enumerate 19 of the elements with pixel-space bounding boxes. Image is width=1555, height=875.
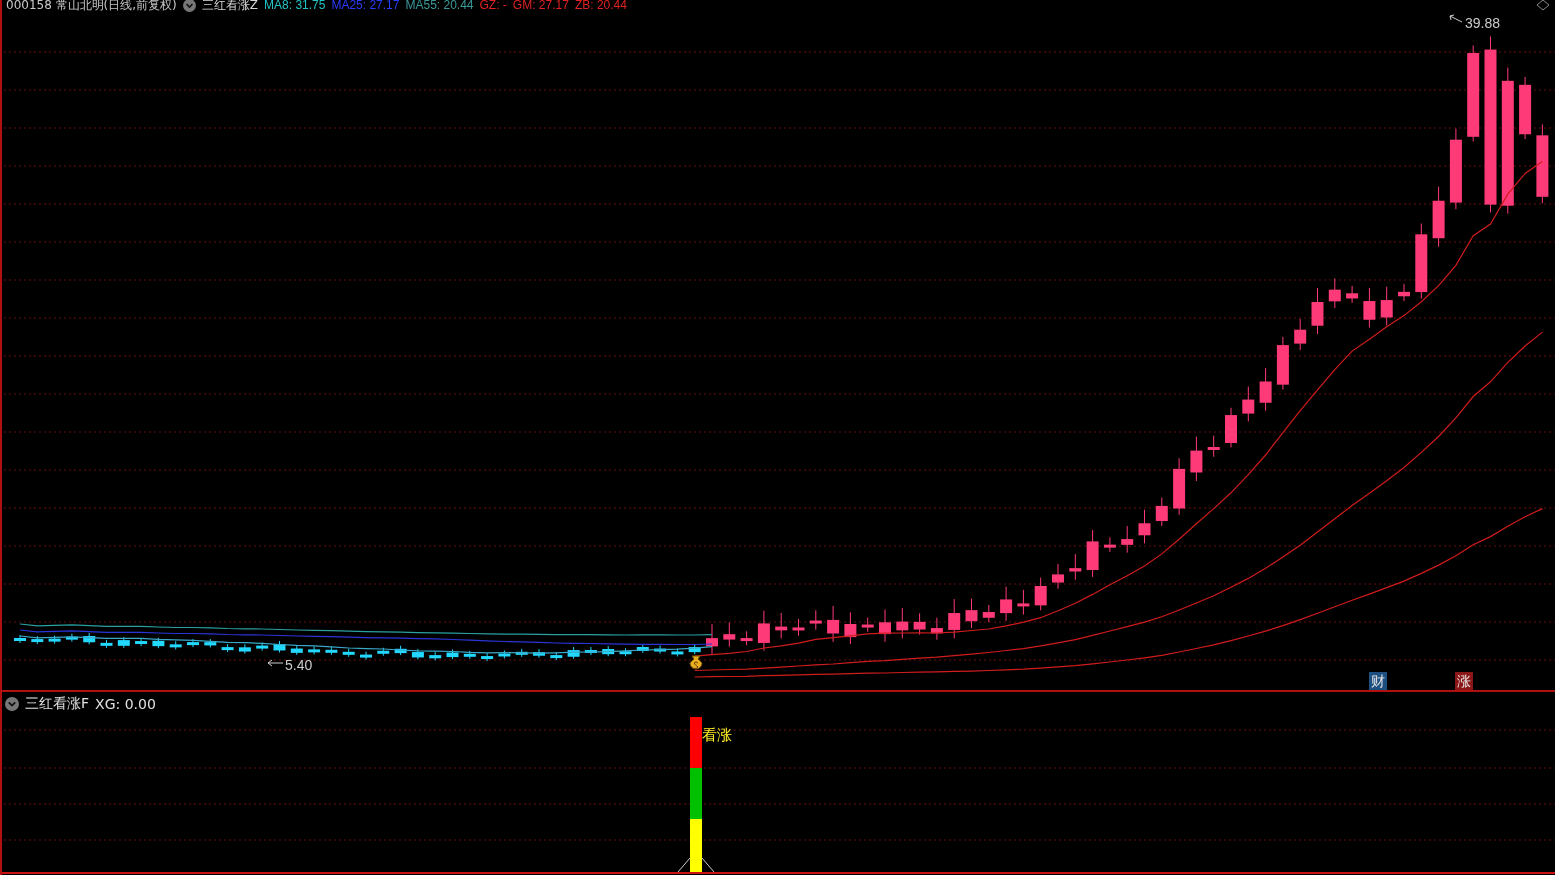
chevron-down-icon[interactable] [182, 0, 196, 12]
low-price-label: 5.40 [267, 657, 313, 673]
indicator-value: MA8: 31.75 [264, 0, 326, 12]
indicator-value: XG: 0.00 [95, 696, 156, 712]
chart-title: 000158 常山北明(日线,前复权) [6, 0, 177, 12]
indicator-value: MA25: 27.17 [331, 0, 400, 12]
indicator-value: ZB: 20.44 [574, 0, 627, 12]
indicator-value: GZ: - [479, 0, 507, 12]
tag-badge: 涨 [1455, 672, 1473, 690]
diamond-icon[interactable] [1536, 0, 1550, 11]
indicator-value: GM: 27.17 [512, 0, 569, 12]
signal-label: 看涨 [702, 726, 732, 744]
high-price-label: 39.88 [1449, 14, 1501, 31]
signal-base-drawing [677, 857, 715, 873]
money-bag-icon [689, 655, 703, 670]
tag-badge: 财 [1369, 672, 1387, 690]
indicator-name: 三红看涨F [25, 695, 90, 713]
indicator-value: MA55: 20.44 [405, 0, 474, 12]
chevron-down-icon[interactable] [5, 697, 19, 711]
